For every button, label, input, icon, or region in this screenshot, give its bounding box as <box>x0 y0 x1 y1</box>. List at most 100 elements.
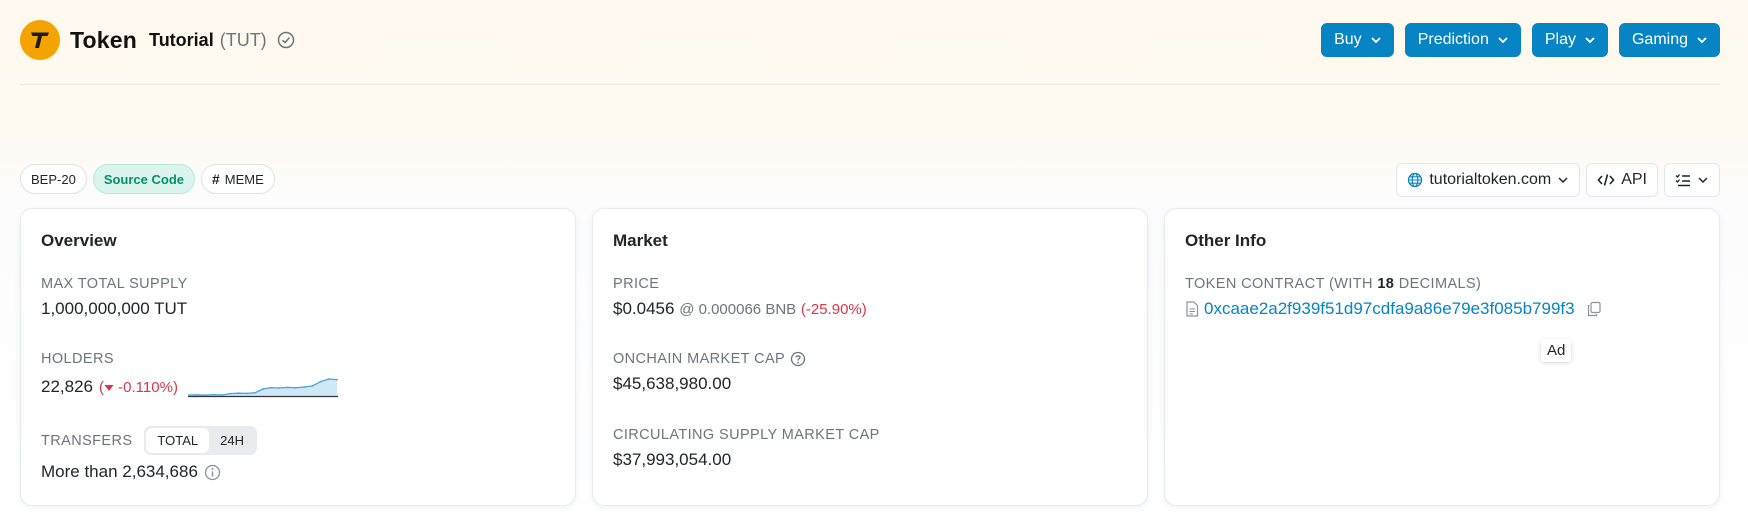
sparkline-point <box>237 392 240 395</box>
transfers-block: TRANSFERS TOTAL 24H More than 2,634,686 <box>41 426 257 482</box>
onchain-cap-label: ONCHAIN MARKET CAP <box>613 351 786 367</box>
sparkline-point <box>245 392 248 395</box>
sparkline-point <box>303 386 305 388</box>
chevron-down-icon <box>1498 37 1508 44</box>
other-info-card: Other Info TOKEN CONTRACT (WITH 18 DECIM… <box>1164 208 1720 506</box>
sparkline-point <box>319 380 322 383</box>
transfers-tab-24h[interactable]: 24H <box>209 428 255 453</box>
chevron-down-icon <box>1585 37 1595 44</box>
sparkline-point <box>294 386 297 389</box>
token-name: Tutorial <box>149 29 214 50</box>
contract-label-post: DECIMALS) <box>1398 276 1482 292</box>
gaming-button[interactable]: Gaming <box>1618 23 1720 57</box>
contract-label: TOKEN CONTRACT (WITH 18 DECIMALS) <box>1185 276 1602 292</box>
holders-change-value: -0.110% <box>118 378 173 396</box>
holders-block: HOLDERS 22,826 ( -0.110%) <box>41 351 338 400</box>
sparkline-point <box>229 392 231 395</box>
tag-source-code[interactable]: Source Code <box>92 164 195 194</box>
info-icon[interactable] <box>204 464 221 481</box>
contract-block: TOKEN CONTRACT (WITH 18 DECIMALS) 0xcaae… <box>1185 276 1602 319</box>
prediction-button-label: Prediction <box>1417 31 1489 48</box>
help-icon[interactable] <box>790 351 806 367</box>
holders-sparkline[interactable] <box>187 374 338 400</box>
api-label: API <box>1621 171 1647 188</box>
transfers-toggle: TOTAL 24H <box>144 426 257 455</box>
token-t-icon <box>31 32 49 48</box>
globe-icon <box>1408 172 1423 188</box>
chevron-down-icon <box>1371 37 1381 44</box>
holders-change: ( -0.110%) <box>99 378 178 396</box>
sparkline-point <box>220 394 223 396</box>
price-change: (-25.90%) <box>800 301 867 318</box>
sparkline-point <box>336 378 338 381</box>
tag-bep20[interactable]: BEP-20 <box>20 164 87 194</box>
verified-check-icon <box>277 31 295 49</box>
token-logo[interactable] <box>20 20 60 60</box>
buy-button[interactable]: Buy <box>1321 23 1394 57</box>
sparkline-point <box>278 387 281 389</box>
api-button[interactable]: API <box>1586 163 1658 197</box>
chevron-down-icon <box>1558 177 1568 184</box>
copy-icon[interactable] <box>1586 301 1602 317</box>
chevron-down-icon <box>1697 37 1707 44</box>
max-supply-value: 1,000,000,000 TUT <box>41 299 188 318</box>
sparkline-point <box>262 388 264 390</box>
checklist-icon <box>1675 174 1690 187</box>
circulating-cap-block: CIRCULATING SUPPLY MARKET CAP $37,993,05… <box>613 427 880 470</box>
overview-card: Overview MAX TOTAL SUPPLY 1,000,000,000 … <box>20 208 576 506</box>
market-card: Market PRICE $0.0456 @ 0.000066 BNB (-25… <box>592 208 1148 506</box>
max-supply-block: MAX TOTAL SUPPLY 1,000,000,000 TUT <box>41 276 188 319</box>
sparkline-point <box>270 386 273 389</box>
sparkline-point <box>253 391 256 394</box>
market-title: Market <box>613 231 668 250</box>
play-button[interactable]: Play <box>1531 23 1608 57</box>
price-bnb: @ 0.000066 BNB <box>679 301 797 318</box>
token-symbol: (TUT) <box>219 29 267 50</box>
ad-label[interactable]: Ad <box>1541 339 1572 362</box>
holders-label: HOLDERS <box>41 351 114 367</box>
circulating-cap-label: CIRCULATING SUPPLY MARKET CAP <box>613 427 880 443</box>
website-label: tutorialtoken.com <box>1429 171 1552 188</box>
transfers-label: TRANSFERS <box>41 432 133 449</box>
transfers-tab-total[interactable]: TOTAL <box>146 428 210 453</box>
tag-meme-label: MEME <box>224 171 264 187</box>
nav-buttons: Buy Prediction Play Gaming <box>1321 23 1720 57</box>
sparkline-point <box>204 394 207 397</box>
gaming-button-label: Gaming <box>1631 31 1688 48</box>
sparkline-point <box>327 378 330 380</box>
hash-icon: # <box>212 171 220 187</box>
price-value: $0.0456 <box>613 299 675 318</box>
brand-title: Token <box>70 26 138 53</box>
chevron-down-icon <box>1698 177 1708 184</box>
sparkline-point <box>196 393 199 396</box>
header-divider <box>20 84 1720 85</box>
caret-down-icon <box>104 384 114 391</box>
holders-value: 22,826 <box>41 377 93 396</box>
sparkline-point <box>188 394 190 396</box>
max-supply-label: MAX TOTAL SUPPLY <box>41 276 188 292</box>
code-icon <box>1597 174 1615 186</box>
tag-meme[interactable]: # MEME <box>201 164 275 194</box>
onchain-cap-block: ONCHAIN MARKET CAP $45,638,980.00 <box>613 351 806 394</box>
sparkline-area <box>188 379 337 396</box>
list-options-dropdown[interactable] <box>1664 163 1720 197</box>
onchain-cap-value: $45,638,980.00 <box>613 374 732 393</box>
token-tags: BEP-20 Source Code # MEME <box>20 164 275 194</box>
overview-title: Overview <box>41 231 117 250</box>
sparkline-point <box>286 386 289 389</box>
price-block: PRICE $0.0456 @ 0.000066 BNB (-25.90%) <box>613 276 867 319</box>
price-label: PRICE <box>613 276 660 292</box>
sparkline-point <box>311 385 314 387</box>
prediction-button[interactable]: Prediction <box>1404 23 1521 57</box>
circulating-cap-value: $37,993,054.00 <box>613 450 732 469</box>
contract-label-pre: TOKEN CONTRACT (WITH <box>1185 276 1373 292</box>
play-button-label: Play <box>1544 31 1576 48</box>
contract-decimals: 18 <box>1377 276 1395 292</box>
other-info-title: Other Info <box>1185 231 1267 250</box>
token-actions: tutorialtoken.com API <box>1396 163 1720 197</box>
sparkline-point <box>212 393 215 396</box>
top-bar: Token Tutorial (TUT) Buy Prediction Play… <box>20 18 1720 62</box>
buy-button-label: Buy <box>1334 31 1362 48</box>
website-dropdown[interactable]: tutorialtoken.com <box>1396 163 1581 197</box>
contract-address-link[interactable]: 0xcaae2a2f939f51d97cdfa9a86e79e3f085b799… <box>1204 299 1575 319</box>
